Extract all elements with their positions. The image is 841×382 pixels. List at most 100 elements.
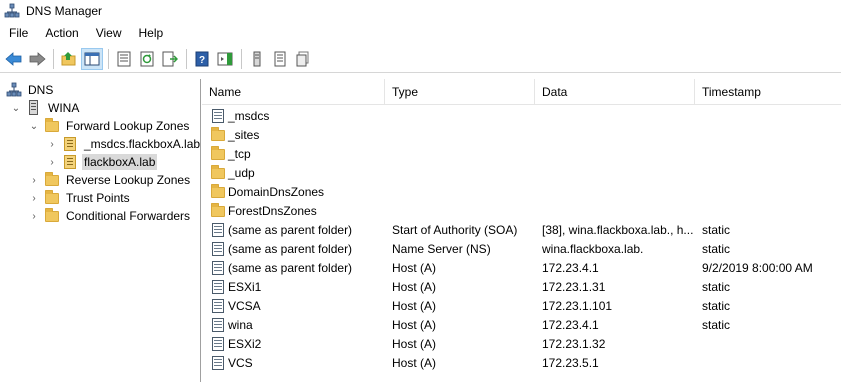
- record-icon: [210, 317, 226, 333]
- record-data: 172.23.1.32: [542, 336, 606, 351]
- dns-root-icon: [6, 82, 22, 98]
- toolbar-separator: [186, 48, 187, 69]
- cell-name: DomainDnsZones: [202, 183, 385, 200]
- list-header: Name Type Data Timestamp: [202, 79, 841, 105]
- table-row[interactable]: (same as parent folder) Start of Authorit…: [202, 220, 841, 239]
- help-button[interactable]: ?: [191, 48, 213, 70]
- record-timestamp: static: [702, 298, 731, 313]
- cell-name: wina: [202, 317, 385, 333]
- server-button[interactable]: [246, 48, 268, 70]
- tree-item-trust-points[interactable]: › Trust Points: [28, 189, 132, 207]
- cell-name: ESXi2: [202, 336, 385, 352]
- record-data: 172.23.1.101: [542, 298, 613, 313]
- tree-item-reverse-lookup-zones[interactable]: › Reverse Lookup Zones: [28, 171, 192, 189]
- menu-help[interactable]: Help: [130, 22, 172, 44]
- record-name: wina: [228, 317, 253, 332]
- tree-item-forward-lookup-zones[interactable]: ⌄ Forward Lookup Zones: [28, 117, 191, 135]
- table-row[interactable]: _tcp: [202, 144, 841, 163]
- menu-view[interactable]: View: [87, 22, 130, 44]
- zone-icon: [62, 136, 78, 152]
- tree-item-label: Conditional Forwarders: [66, 209, 191, 223]
- chevron-right-icon[interactable]: ›: [28, 192, 40, 204]
- record-name: DomainDnsZones: [228, 184, 325, 199]
- up-level-button[interactable]: [58, 48, 80, 70]
- show-hide-console-tree-button[interactable]: [81, 47, 103, 70]
- show-action-pane-button[interactable]: [214, 48, 236, 70]
- tree-item-msdcs-zone[interactable]: › _msdcs.flackboxA.lab: [46, 135, 200, 153]
- toolbar-separator: [108, 48, 109, 69]
- refresh-button[interactable]: [136, 48, 158, 70]
- chevron-down-icon[interactable]: ⌄: [28, 120, 40, 132]
- menu-file[interactable]: File: [0, 22, 36, 44]
- column-header-type[interactable]: Type: [385, 79, 535, 105]
- tree-item-conditional-forwarders[interactable]: › Conditional Forwarders: [28, 207, 192, 225]
- copy-button[interactable]: [292, 48, 314, 70]
- record-type: Host (A): [392, 317, 437, 332]
- chevron-right-icon[interactable]: ›: [46, 156, 58, 168]
- column-header-name[interactable]: Name: [202, 79, 385, 105]
- table-row[interactable]: ESXi2 Host (A) 172.23.1.32: [202, 334, 841, 353]
- record-icon: [210, 222, 226, 238]
- record-timestamp: static: [702, 279, 731, 294]
- table-row[interactable]: _udp: [202, 163, 841, 182]
- tree-item-wina[interactable]: ⌄ WINA: [10, 99, 81, 117]
- table-row[interactable]: VCSA Host (A) 172.23.1.101 static: [202, 296, 841, 315]
- tree-item-dns[interactable]: DNS: [6, 81, 55, 99]
- action-pane-icon: [217, 52, 233, 65]
- table-row[interactable]: (same as parent folder) Host (A) 172.23.4.…: [202, 258, 841, 277]
- column-header-timestamp[interactable]: Timestamp: [695, 79, 841, 105]
- folder-icon: [210, 183, 226, 200]
- tree-item-label: WINA: [48, 101, 80, 115]
- record-icon: [210, 298, 226, 314]
- record-name: (same as parent folder): [228, 260, 353, 275]
- cell-name: _tcp: [202, 145, 385, 162]
- forward-button[interactable]: [26, 48, 48, 70]
- record-name: (same as parent folder): [228, 241, 353, 256]
- properties-icon: [117, 51, 131, 66]
- record-type: Start of Authority (SOA): [392, 222, 518, 237]
- cell-name: ESXi1: [202, 279, 385, 295]
- table-row[interactable]: _msdcs: [202, 106, 841, 125]
- folder-icon: [44, 118, 60, 134]
- dns-manager-app-icon: [4, 3, 20, 19]
- menu-action[interactable]: Action: [36, 22, 86, 44]
- table-row[interactable]: wina Host (A) 172.23.4.1 static: [202, 315, 841, 334]
- record-name: _sites: [228, 127, 260, 142]
- records-list: Name Type Data Timestamp _msdcs _sites _tc…: [202, 79, 841, 382]
- record-data: [38], wina.flackboxa.lab., h...: [542, 222, 694, 237]
- folder-icon: [210, 164, 226, 181]
- record-name: VCS: [228, 355, 253, 370]
- list-view-button[interactable]: [269, 48, 291, 70]
- record-name: _msdcs: [228, 108, 270, 123]
- table-row[interactable]: DomainDnsZones: [202, 182, 841, 201]
- back-button[interactable]: [3, 48, 25, 70]
- column-header-data[interactable]: Data: [535, 79, 695, 105]
- folder-icon: [44, 190, 60, 206]
- record-timestamp: static: [702, 317, 731, 332]
- folder-icon: [44, 208, 60, 224]
- folder-icon: [44, 172, 60, 188]
- chevron-right-icon[interactable]: ›: [46, 138, 58, 150]
- tree-item-flackboxa-zone[interactable]: › flackboxA.lab: [46, 153, 158, 171]
- cell-name: VCSA: [202, 298, 385, 314]
- record-type: Host (A): [392, 336, 437, 351]
- cell-name: (same as parent folder): [202, 260, 385, 276]
- toolbar-separator: [53, 48, 54, 69]
- record-icon: [210, 336, 226, 352]
- properties-button[interactable]: [113, 48, 135, 70]
- table-row[interactable]: _sites: [202, 125, 841, 144]
- chevron-down-icon[interactable]: ⌄: [10, 102, 22, 114]
- table-row[interactable]: (same as parent folder) Name Server (NS) w…: [202, 239, 841, 258]
- chevron-right-icon[interactable]: ›: [28, 210, 40, 222]
- cell-name: (same as parent folder): [202, 222, 385, 238]
- table-row[interactable]: ForestDnsZones: [202, 201, 841, 220]
- chevron-right-icon[interactable]: ›: [28, 174, 40, 186]
- record-type: Host (A): [392, 298, 437, 313]
- record-timestamp: static: [702, 222, 731, 237]
- export-list-button[interactable]: [159, 48, 181, 70]
- table-row[interactable]: ESXi1 Host (A) 172.23.1.31 static: [202, 277, 841, 296]
- zone-icon: [210, 108, 226, 124]
- cell-name: VCS: [202, 355, 385, 371]
- table-row[interactable]: VCS Host (A) 172.23.5.1: [202, 353, 841, 372]
- console-tree-icon: [84, 52, 100, 65]
